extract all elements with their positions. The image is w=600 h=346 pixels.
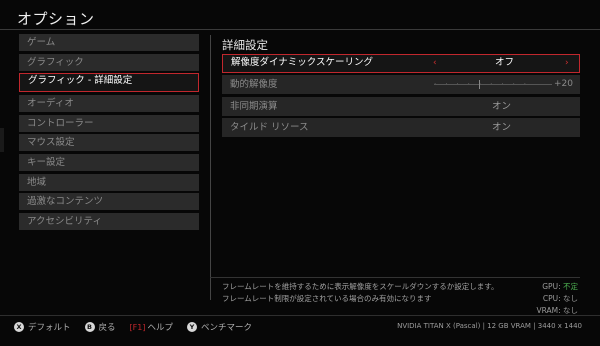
cpu-impact: CPU: なし: [542, 294, 578, 303]
benchmark-button[interactable]: Y ベンチマーク: [186, 321, 252, 333]
menu-item-keybinds[interactable]: キー設定: [19, 153, 199, 171]
default-label: デフォルト: [28, 323, 71, 333]
description-line-1: フレームレートを維持するために表示解像度をスケールダウンするか設定します。: [222, 282, 499, 291]
description-divider: [210, 277, 580, 278]
back-label: 戻る: [98, 323, 116, 333]
b-button-icon: B: [84, 322, 95, 332]
setting-label: 非同期演算: [230, 100, 278, 112]
settings-list: 解像度ダイナミックスケーリング ‹ オフ › 動的解像度 ········· +…: [222, 54, 580, 139]
chevron-left-icon[interactable]: ‹: [433, 55, 437, 71]
menu-item-graphics-advanced[interactable]: グラフィック - 詳細設定: [19, 73, 199, 93]
title-divider: [0, 29, 600, 30]
menu-item-accessibility[interactable]: アクセシビリティ: [19, 213, 199, 230]
setting-description: フレームレートを維持するために表示解像度をスケールダウンするか設定します。 フレ…: [222, 281, 499, 305]
menu-item-audio[interactable]: オーディオ: [19, 94, 199, 112]
menu-item-mouse[interactable]: マウス設定: [19, 134, 199, 152]
help-label: ヘルプ: [147, 323, 173, 333]
window-title: オプション: [17, 10, 95, 28]
left-edge-tab: [0, 128, 4, 152]
setting-value: オン: [492, 100, 512, 112]
footer-divider: [0, 315, 600, 316]
y-button-icon: Y: [186, 322, 197, 332]
performance-impact: GPU: 不定 CPU: なし VRAM: なし: [536, 281, 578, 317]
system-info: NVIDIA TITAN X (Pascal) | 12 GB VRAM | 3…: [397, 322, 582, 330]
slider-handle[interactable]: [478, 80, 480, 90]
menu-item-gore[interactable]: 過激なコンテンツ: [19, 193, 199, 211]
menu-item-controller[interactable]: コントローラー: [19, 114, 199, 132]
setting-row-dynamic-resolution[interactable]: 動的解像度 ········· +20: [222, 75, 580, 95]
setting-label: 動的解像度: [230, 79, 278, 91]
slider-value: +20: [554, 79, 573, 90]
back-button[interactable]: B 戻る: [84, 321, 116, 333]
menu-item-region[interactable]: 地域: [19, 173, 199, 191]
description-line-2: フレームレート制限が設定されている場合のみ有効になります: [222, 294, 432, 303]
options-menu: ゲーム グラフィック グラフィック - 詳細設定 オーディオ コントローラー マ…: [19, 34, 199, 233]
setting-value: オン: [492, 121, 512, 133]
help-button[interactable]: [F1] ヘルプ: [129, 321, 173, 334]
slider-ticks: ·········: [434, 80, 536, 89]
setting-label: タイルド リソース: [230, 121, 309, 133]
f1-key-icon: [F1]: [129, 322, 146, 332]
setting-value: オフ: [495, 57, 515, 68]
chevron-right-icon[interactable]: ›: [565, 55, 569, 71]
x-button-icon: X: [14, 322, 24, 332]
footer-actions: X デフォルト B 戻る [F1] ヘルプ Y ベンチマーク: [14, 321, 266, 333]
setting-label: 解像度ダイナミックスケーリング: [231, 57, 374, 68]
setting-row-dynamic-scaling[interactable]: 解像度ダイナミックスケーリング ‹ オフ ›: [222, 54, 580, 73]
setting-row-async-compute[interactable]: 非同期演算 オン: [222, 96, 580, 116]
gpu-impact: GPU: 不定: [542, 282, 578, 291]
benchmark-label: ベンチマーク: [200, 323, 252, 333]
default-button[interactable]: X デフォルト: [14, 321, 71, 333]
menu-item-game[interactable]: ゲーム: [19, 34, 199, 51]
section-title: 詳細設定: [222, 38, 268, 52]
menu-item-graphics[interactable]: グラフィック: [19, 53, 199, 71]
panel-divider: [210, 35, 211, 300]
setting-row-tiled-resources[interactable]: タイルド リソース オン: [222, 117, 580, 137]
